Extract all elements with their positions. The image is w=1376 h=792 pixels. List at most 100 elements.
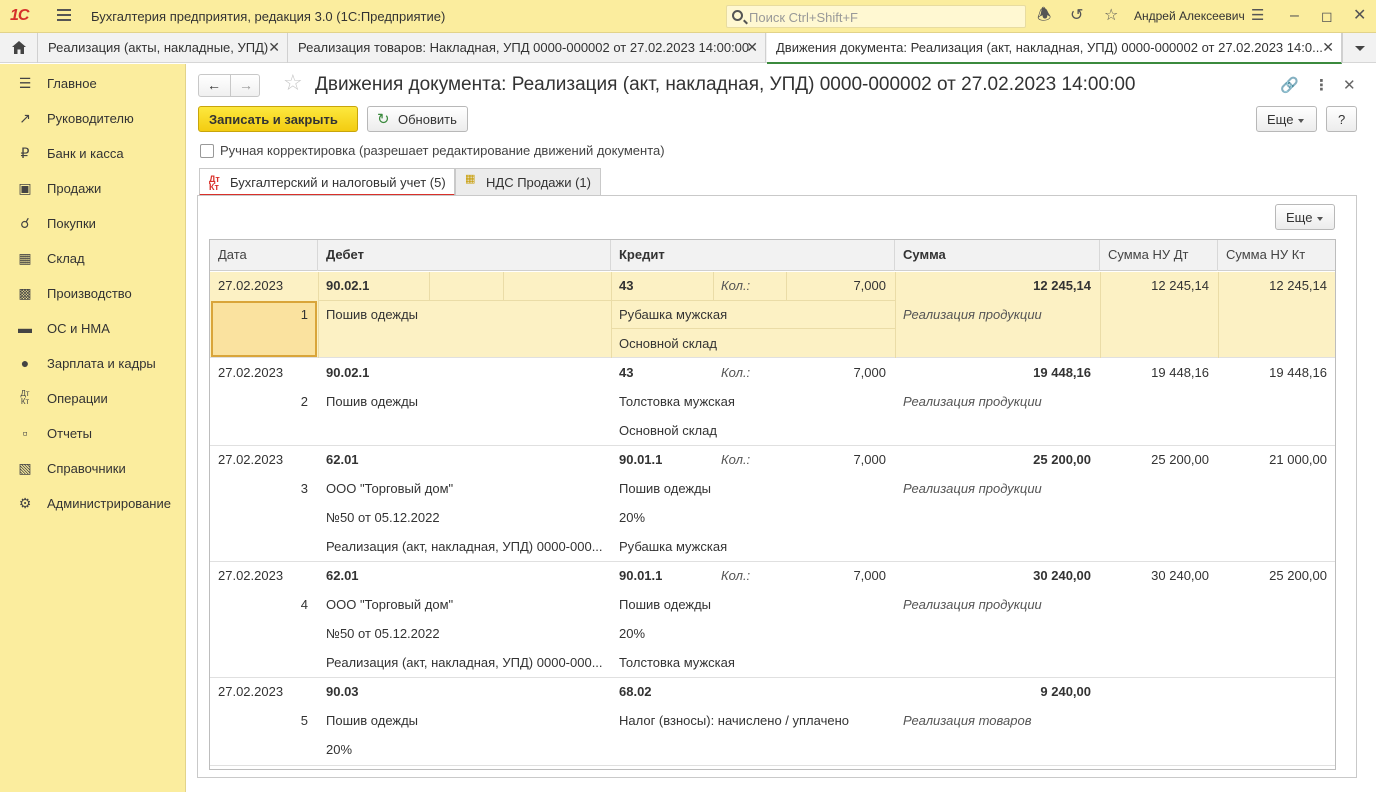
sum-value: 30 240,00 <box>1033 568 1091 583</box>
main-menu-icon[interactable] <box>57 9 71 21</box>
sidebar-item-assets[interactable]: ▬ ОС и НМА <box>0 310 186 345</box>
sidebar-item-warehouse[interactable]: ▦ Склад <box>0 240 186 275</box>
sidebar-item-label: Главное <box>47 76 97 91</box>
sidebar-item-label: Производство <box>47 286 132 301</box>
bag-icon: ▣ <box>18 180 32 196</box>
postings-table[interactable]: Дата Дебет Кредит Сумма Сумма НУ Дт Сумм… <box>209 239 1336 770</box>
tab-close-icon[interactable]: ✕ <box>268 39 280 56</box>
table-row[interactable]: 27.02.2023 3 62.01 ООО "Торговый дом" №5… <box>210 446 1335 562</box>
close-form-icon[interactable]: ✕ <box>1343 76 1356 94</box>
debit-sub1: ООО "Торговый дом" <box>326 597 454 612</box>
credit-account: 90.01.1 <box>619 568 663 583</box>
sidebar-item-reports[interactable]: ▫ Отчеты <box>0 415 186 450</box>
table-header: Дата Дебет Кредит Сумма Сумма НУ Дт Сумм… <box>210 240 1335 271</box>
refresh-button[interactable]: ↻ Обновить <box>367 106 468 132</box>
sidebar-item-production[interactable]: ▩ Производство <box>0 275 186 310</box>
user-name[interactable]: Андрей Алексеевич <box>1134 9 1245 23</box>
col-sum-nu-dt[interactable]: Сумма НУ Дт <box>1100 240 1218 271</box>
manual-correction-checkbox[interactable] <box>200 144 214 158</box>
sidebar-item-main[interactable]: ☰ Главное <box>0 65 186 100</box>
sidebar-item-catalogs[interactable]: ▧ Справочники <box>0 450 186 485</box>
sidebar-item-admin[interactable]: ⚙ Администрирование <box>0 485 186 520</box>
table-row[interactable]: 27.02.2023 4 62.01 ООО "Торговый дом" №5… <box>210 562 1335 678</box>
credit-sub2: 20% <box>619 626 646 641</box>
table-row[interactable]: 27.02.2023 1 90.02.1 Пошив одежды 43 Кол… <box>210 272 1335 358</box>
col-credit[interactable]: Кредит <box>611 240 895 271</box>
debit-account: 62.01 <box>326 568 359 583</box>
tab-label: Реализация товаров: Накладная, УПД 0000-… <box>298 40 750 55</box>
sidebar-item-salary[interactable]: ● Зарплата и кадры <box>0 345 186 380</box>
history-icon[interactable]: ↺ <box>1070 8 1083 24</box>
ruble-icon: ₽ <box>20 145 30 161</box>
tab-sales-list[interactable]: Реализация (акты, накладные, УПД) ✕ <box>39 33 288 63</box>
title-bar: 1С Бухгалтерия предприятия, редакция 3.0… <box>0 0 1376 33</box>
tab-close-icon[interactable]: ✕ <box>1322 39 1334 56</box>
sum-value: 12 245,14 <box>1033 278 1091 293</box>
bell-icon[interactable]: 🕭 <box>1037 8 1051 24</box>
debit-sub2: 20% <box>326 742 353 757</box>
tab-close-icon[interactable]: ✕ <box>746 39 758 56</box>
maximize-icon[interactable]: ◻ <box>1321 8 1333 24</box>
back-arrow-icon[interactable]: ← <box>207 77 221 93</box>
home-button[interactable] <box>0 33 38 63</box>
tab-accounting[interactable]: Дт Кт Бухгалтерский и налоговый учет (5) <box>199 168 455 196</box>
tabs-more-button[interactable] <box>1342 33 1376 63</box>
sum-nu-dt: 30 240,00 <box>1151 568 1209 583</box>
person-icon: ● <box>20 355 30 371</box>
sidebar-item-operations[interactable]: Дт Кт Операции <box>0 380 186 415</box>
sidebar-item-sales[interactable]: ▣ Продажи <box>0 170 186 205</box>
debit-sub2: №50 от 05.12.2022 <box>326 510 440 525</box>
kebab-menu-icon[interactable]: ⋮ <box>1314 76 1329 94</box>
refresh-icon: ↻ <box>377 111 390 128</box>
form-area: ← → ☆ Движения документа: Реализация (ак… <box>187 64 1376 792</box>
table-more-button[interactable]: Еще <box>1275 204 1335 230</box>
factory-icon: ▩ <box>18 285 32 301</box>
col-date[interactable]: Дата <box>210 240 318 271</box>
row-number: 5 <box>300 713 308 728</box>
star-icon[interactable]: ☆ <box>1104 8 1118 24</box>
row-number: 3 <box>300 481 308 496</box>
row-date: 27.02.2023 <box>218 278 284 293</box>
link-icon[interactable]: 🔗 <box>1280 76 1299 94</box>
sum-note: Реализация товаров <box>903 713 1032 728</box>
save-close-button[interactable]: Записать и закрыть <box>198 106 358 132</box>
sidebar-item-label: Руководителю <box>47 111 134 126</box>
credit-account: 68.02 <box>619 684 652 699</box>
minimize-icon[interactable]: – <box>1290 8 1299 24</box>
app-title: Бухгалтерия предприятия, редакция 3.0 (1… <box>91 9 446 24</box>
table-row[interactable]: 27.02.2023 2 90.02.1 Пошив одежды 43 Кол… <box>210 359 1335 446</box>
forward-arrow-icon[interactable]: → <box>239 77 253 93</box>
favorite-star-icon[interactable]: ☆ <box>283 71 303 95</box>
sidebar-item-bank[interactable]: ₽ Банк и касса <box>0 135 186 170</box>
sum-note: Реализация продукции <box>903 307 1042 322</box>
debit-account: 90.02.1 <box>326 278 370 293</box>
col-sum-nu-kt[interactable]: Сумма НУ Кт <box>1218 240 1335 271</box>
sidebar-item-purchases[interactable]: ☌ Покупки <box>0 205 186 240</box>
table-row[interactable]: 27.02.2023 5 90.03 Пошив одежды 20% 68.0… <box>210 678 1335 766</box>
sidebar-item-director[interactable]: ↗ Руководителю <box>0 100 186 135</box>
tab-vat-sales[interactable]: ▦ НДС Продажи (1) <box>455 168 601 196</box>
tab-document-movements[interactable]: Движения документа: Реализация (акт, нак… <box>767 33 1342 64</box>
debit-sub3: Реализация (акт, накладная, УПД) 0000-00… <box>326 539 603 554</box>
sum-nu-kt: 19 448,16 <box>1269 365 1327 380</box>
credit-account: 90.01.1 <box>619 452 663 467</box>
sidebar-item-label: Банк и касса <box>47 146 124 161</box>
more-button[interactable]: Еще <box>1256 106 1317 132</box>
help-button[interactable]: ? <box>1326 106 1357 132</box>
row-date: 27.02.2023 <box>218 365 284 380</box>
tab-sales-document[interactable]: Реализация товаров: Накладная, УПД 0000-… <box>289 33 766 63</box>
credit-sub1: Рубашка мужская <box>619 307 728 322</box>
settings-lines-icon[interactable]: ☰ <box>1251 8 1264 24</box>
close-icon[interactable]: ✕ <box>1353 8 1366 24</box>
sum-value: 19 448,16 <box>1033 365 1091 380</box>
search-input[interactable]: Поиск Ctrl+Shift+F <box>726 5 1026 28</box>
debit-sub2: №50 от 05.12.2022 <box>326 626 440 641</box>
credit-sub2: Основной склад <box>619 423 717 438</box>
debit-sub1: ООО "Торговый дом" <box>326 481 454 496</box>
col-debit[interactable]: Дебет <box>318 240 611 271</box>
col-sum[interactable]: Сумма <box>895 240 1100 271</box>
sidebar-item-label: Администрирование <box>47 496 171 511</box>
home-icon <box>12 41 26 54</box>
tab-accounting-label: Бухгалтерский и налоговый учет (5) <box>230 175 446 190</box>
bar-chart-icon: ▫ <box>22 425 28 441</box>
